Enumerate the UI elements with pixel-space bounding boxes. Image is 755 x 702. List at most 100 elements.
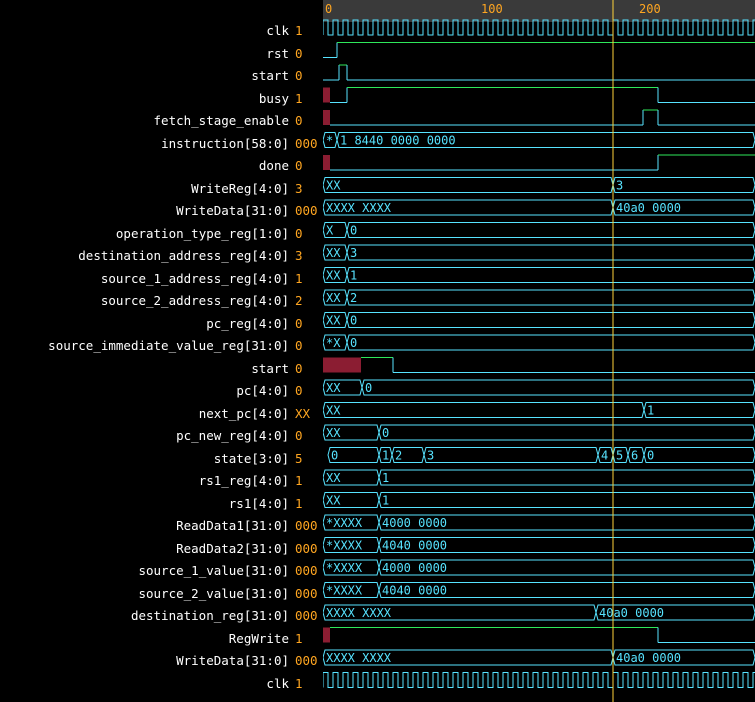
bus-segment [346,267,755,283]
bus-segment [323,402,645,418]
signal-name[interactable]: operation_type_reg[1:0] [116,226,289,241]
signal-value: 3 [295,248,303,263]
bus-value-label: X [326,224,334,238]
signal-name[interactable]: RegWrite [229,631,289,646]
signal-value: 0 [295,113,303,128]
bus-value-label: XX [326,291,341,305]
signal-name[interactable]: source_2_value[31:0] [138,586,289,601]
signal-value: 2 [295,293,303,308]
signal-name[interactable]: next_pc[4:0] [199,406,289,421]
bus-value-label: *XXXX [326,539,363,553]
signal-name[interactable]: WriteData[31:0] [176,653,289,668]
bus-value-label: XX [326,471,341,485]
bus-value-label: 0 [382,426,389,440]
signal-value: 000 [295,608,318,623]
bus-value-label: 1_8440_0000_0000 [340,134,456,148]
signal-value: 000 [295,540,318,556]
bus-value-label: XX [326,494,341,508]
signal-name[interactable]: source_2_address_reg[4:0] [101,293,289,308]
signal-name[interactable]: destination_reg[31:0] [131,608,289,623]
undefined-region [323,110,330,125]
bus-value-label: 1 [382,471,389,485]
signal-name[interactable]: fetch_stage_enable [154,113,289,128]
bus-value-label: 3 [350,246,357,260]
signal-value: 1 [295,630,303,646]
bus-segment [643,447,755,463]
bus-value-label: 1 [382,494,389,508]
signal-name[interactable]: start [251,68,289,83]
bus-segment [323,177,614,193]
signal-value: 0 [295,68,303,83]
undefined-region [323,357,361,373]
signal-name[interactable]: clk [266,676,289,691]
signal-value: 3 [295,180,303,196]
bus-value-label: 0 [647,449,654,463]
bus-value-label: 4000_0000 [382,516,447,530]
signal-value: 000 [295,518,318,533]
signal-value: 1 [295,90,303,106]
bus-value-label: 0 [350,336,357,350]
signal-name[interactable]: source_1_value[31:0] [138,563,289,578]
signal-name[interactable]: instruction[58:0] [161,136,289,151]
bus-value-label: 40a0_0000 [616,201,681,215]
signal-name[interactable]: pc[4:0] [236,383,289,398]
bus-value-label: 1 [382,449,389,463]
bus-segment [346,289,755,306]
signal-name[interactable]: pc_new_reg[4:0] [176,428,289,443]
bus-segment [378,469,755,486]
signal-name[interactable]: rs1[4:0] [229,496,289,511]
signal-name[interactable]: destination_address_reg[4:0] [78,248,289,263]
waveform-traces: * 1_8440_0000_0000XX 3XXXX_XXXX 40a0_0000X 0… [323,0,755,702]
waveform-area[interactable]: 0 100 200 * 1_8440_0000_0000 XX 3 XXXX_XXXX 4… [323,0,755,702]
bus-value-label: XX [326,269,341,283]
bus-value-label: XX [326,179,341,193]
signal-name[interactable]: rst [266,46,289,61]
signal-name[interactable]: start [251,361,289,376]
signal-name[interactable]: source_immediate_value_reg[31:0] [48,338,289,353]
signal-value: 0 [295,428,303,443]
signal-value: 5 [295,450,303,466]
signal-name[interactable]: WriteReg[4:0] [191,181,289,196]
signal-value: 000 [295,653,318,668]
bus-value-label: 3 [616,179,623,193]
bus-value-label: *XXXX [326,584,363,598]
bus-segment [346,312,755,328]
bus-value-label: 6 [631,449,638,463]
bus-value-label: 4040_0000 [382,584,447,598]
bus-segment [423,447,599,463]
bus-value-label: 4000_0000 [382,561,447,575]
signal-name[interactable]: ReadData1[31:0] [176,518,289,533]
signal-name-column: clk rst start busy fetch_stage_enableinstruc… [0,0,293,702]
signal-value: 1 [295,270,303,286]
bus-segment [378,492,755,508]
bus-value-label: XX [326,404,341,418]
signal-name[interactable]: pc_reg[4:0] [206,316,289,331]
signal-value: 000 [295,135,318,151]
bus-segment [346,222,755,238]
bus-value-label: 5 [616,449,623,463]
signal-name[interactable]: ReadData2[31:0] [176,541,289,556]
signal-name[interactable]: clk [266,23,289,38]
undefined-region [323,87,330,103]
signal-name[interactable]: done [259,158,289,173]
signal-name[interactable]: state[3:0] [214,451,289,466]
signal-value: 1 [295,23,303,38]
signal-value: 1 [295,675,303,691]
bus-value-label: XXXX_XXXX [326,606,392,620]
bus-segment [346,244,755,261]
signal-value: 0 [295,383,303,398]
bus-value-label: 0 [331,449,338,463]
signal-value: 1 [295,495,303,511]
bus-segment [346,334,755,351]
bus-value-label: 3 [427,449,434,463]
signal-name[interactable]: busy [259,91,289,106]
signal-name[interactable]: source_1_address_reg[4:0] [101,271,289,286]
bus-value-label: 1 [350,269,357,283]
bus-value-label: 0 [365,381,372,395]
undefined-region [323,627,330,643]
waveform-viewer: clk rst start busy fetch_stage_enableinstruc… [0,0,755,702]
signal-name[interactable]: rs1_reg[4:0] [199,473,289,488]
clock-trace [323,672,755,688]
signal-name[interactable]: WriteData[31:0] [176,203,289,218]
signal-value: 1 [295,473,303,488]
